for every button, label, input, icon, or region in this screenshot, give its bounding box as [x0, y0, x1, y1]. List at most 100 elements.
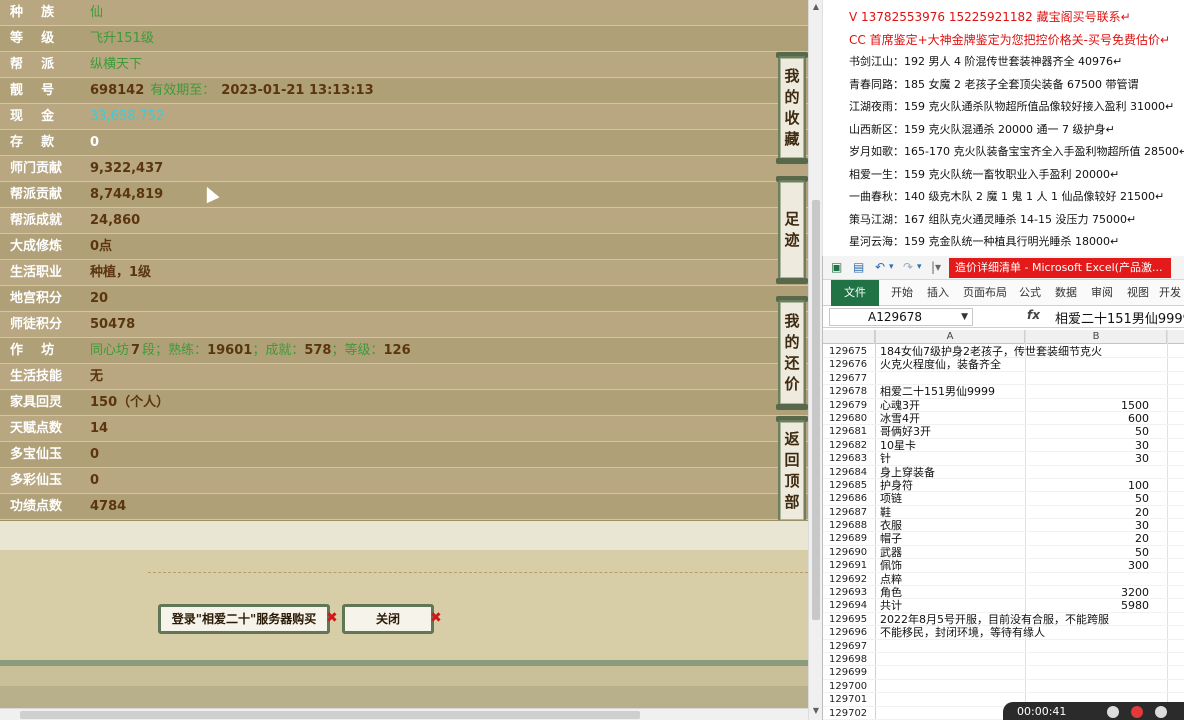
ribbon-tab[interactable]: 插入	[927, 280, 949, 306]
cell-a[interactable]: 角色	[880, 586, 902, 599]
formula-input[interactable]: 相爱二十151男仙9999	[1055, 308, 1184, 327]
row-number[interactable]: 129691	[829, 559, 875, 572]
sheet-row[interactable]: 129680 冰雪4开 600	[823, 412, 1184, 426]
ribbon-tab[interactable]: 页面布局	[963, 280, 1007, 306]
row-number[interactable]: 129685	[829, 479, 875, 492]
ribbon-tab[interactable]: 文件	[831, 280, 879, 306]
cell-a[interactable]: 项链	[880, 492, 902, 505]
sheet-row[interactable]: 129696 不能移民，封闭环境，等待有缘人	[823, 626, 1184, 640]
sheet-row[interactable]: 129689 帽子 20	[823, 532, 1184, 546]
row-number[interactable]: 129684	[829, 466, 875, 479]
sheet-row[interactable]: 129678 相爱二十151男仙9999	[823, 385, 1184, 399]
row-number[interactable]: 129694	[829, 599, 875, 612]
row-number[interactable]: 129690	[829, 546, 875, 559]
row-number[interactable]: 129702	[829, 707, 875, 720]
cell-a[interactable]: 武器	[880, 546, 902, 559]
column-header-a[interactable]: A	[876, 330, 1025, 344]
cell-b[interactable]: 600	[1025, 412, 1149, 425]
sheet-row[interactable]: 129688 衣服 30	[823, 519, 1184, 533]
name-box[interactable]: A129678 ▼	[829, 308, 973, 326]
ribbon-tab[interactable]: 公式	[1019, 280, 1041, 306]
login-server-buy-button[interactable]: 登录"相爱二十"服务器购买	[158, 604, 330, 634]
ribbon-tab[interactable]: 开始	[891, 280, 913, 306]
row-number[interactable]: 129699	[829, 666, 875, 679]
cell-a[interactable]: 心魂3开	[880, 399, 920, 412]
row-number[interactable]: 129695	[829, 613, 875, 626]
cell-b[interactable]: 300	[1025, 559, 1149, 572]
row-number[interactable]: 129698	[829, 653, 875, 666]
row-number[interactable]: 129687	[829, 506, 875, 519]
sheet-row[interactable]: 129693 角色 3200	[823, 586, 1184, 600]
more-icon[interactable]	[1155, 706, 1167, 718]
cell-b[interactable]: 3200	[1025, 586, 1149, 599]
footprint-button[interactable]: 足迹	[778, 180, 806, 280]
scrollbar-thumb[interactable]	[812, 200, 820, 620]
cell-b[interactable]: 30	[1025, 439, 1149, 452]
select-all-corner[interactable]	[823, 330, 875, 344]
row-number[interactable]: 129675	[829, 345, 875, 358]
row-number[interactable]: 129701	[829, 693, 875, 706]
stop-record-icon[interactable]	[1131, 706, 1143, 718]
cell-a[interactable]: 哥俩好3开	[880, 425, 931, 438]
row-number[interactable]: 129693	[829, 586, 875, 599]
sheet-row[interactable]: 129679 心魂3开 1500	[823, 399, 1184, 412]
cell-a[interactable]: 184女仙7级护身2老孩子，传世套装细节克火	[880, 345, 1102, 358]
cell-a[interactable]: 护身符	[880, 479, 913, 492]
row-number[interactable]: 129681	[829, 425, 875, 438]
cell-a[interactable]: 衣服	[880, 519, 902, 532]
sheet-row[interactable]: 129675 184女仙7级护身2老孩子，传世套装细节克火	[823, 345, 1184, 359]
sheet-row[interactable]: 129676 火克火程度仙，装备齐全	[823, 358, 1184, 372]
scroll-up-icon[interactable]: ▲	[812, 2, 820, 11]
row-number[interactable]: 129696	[829, 626, 875, 639]
row-number[interactable]: 129677	[829, 372, 875, 385]
row-number[interactable]: 129689	[829, 532, 875, 545]
close-button[interactable]: 关闭	[342, 604, 434, 634]
close-x-icon[interactable]: ✖	[326, 610, 338, 626]
ribbon-tab[interactable]: 数据	[1055, 280, 1077, 306]
cell-a[interactable]: 10星卡	[880, 439, 916, 452]
sheet-row[interactable]: 129694 共计 5980	[823, 599, 1184, 613]
sheet-row[interactable]: 129687 鞋 20	[823, 506, 1184, 520]
row-number[interactable]: 129676	[829, 358, 875, 371]
ribbon-tab[interactable]: 开发工	[1159, 280, 1184, 325]
row-number[interactable]: 129679	[829, 399, 875, 412]
cell-a[interactable]: 冰雪4开	[880, 412, 920, 425]
cell-b[interactable]: 50	[1025, 546, 1149, 559]
cell-a[interactable]: 帽子	[880, 532, 902, 545]
cell-a[interactable]: 共计	[880, 599, 902, 612]
vertical-scrollbar[interactable]: ▲ ▼	[808, 0, 822, 720]
pause-icon[interactable]	[1107, 706, 1119, 718]
row-number[interactable]: 129680	[829, 412, 875, 425]
redo-dropdown-icon[interactable]: ▾	[917, 262, 922, 272]
cell-a[interactable]: 点粹	[880, 573, 902, 586]
sheet-row[interactable]: 129692 点粹	[823, 573, 1184, 587]
column-header-b[interactable]: B	[1026, 330, 1167, 344]
chevron-down-icon[interactable]: ▼	[961, 309, 968, 325]
row-number[interactable]: 129686	[829, 492, 875, 505]
scrollbar-thumb[interactable]	[20, 711, 640, 719]
sheet-row[interactable]: 129698	[823, 653, 1184, 667]
cell-a[interactable]: 相爱二十151男仙9999	[880, 385, 995, 398]
sheet-row[interactable]: 129690 武器 50	[823, 546, 1184, 560]
row-number[interactable]: 129697	[829, 640, 875, 653]
my-counter-offer-button[interactable]: 我的还价	[778, 300, 806, 406]
undo-icon[interactable]: ↶	[875, 260, 885, 274]
sheet-row[interactable]: 129677	[823, 372, 1184, 386]
cell-a[interactable]: 2022年8月5号开服，目前没有合服，不能跨服	[880, 613, 1109, 626]
save-icon[interactable]: ▤	[853, 260, 864, 274]
sheet-row[interactable]: 129684 身上穿装备	[823, 466, 1184, 479]
back-to-top-button[interactable]: 返回顶部	[778, 420, 806, 522]
sheet-row[interactable]: 129682 10星卡 30	[823, 439, 1184, 453]
redo-icon[interactable]: ↷	[903, 260, 913, 274]
cell-b[interactable]: 20	[1025, 506, 1149, 519]
sheet-row[interactable]: 129700	[823, 680, 1184, 694]
row-number[interactable]: 129688	[829, 519, 875, 532]
cell-b[interactable]: 100	[1025, 479, 1149, 492]
fx-icon[interactable]: fx	[1027, 308, 1040, 322]
row-number[interactable]: 129683	[829, 452, 875, 465]
cell-b[interactable]: 30	[1025, 519, 1149, 532]
cell-b[interactable]: 5980	[1025, 599, 1149, 612]
row-number[interactable]: 129678	[829, 385, 875, 398]
row-number[interactable]: 129700	[829, 680, 875, 693]
ribbon-tab[interactable]: 视图	[1127, 280, 1149, 306]
